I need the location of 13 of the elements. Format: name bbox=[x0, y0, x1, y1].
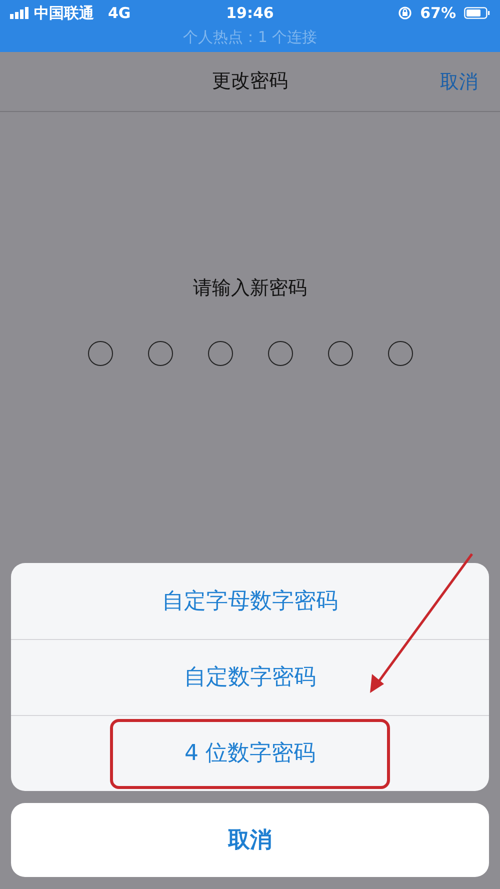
battery-icon bbox=[464, 7, 490, 19]
passcode-option[interactable]: 自定字母数字密码 bbox=[11, 563, 489, 639]
passcode-option[interactable]: 4 位数字密码 bbox=[106, 716, 394, 792]
clock-time: 19:46 bbox=[226, 2, 274, 24]
passcode-prompt: 请输入新密码 bbox=[192, 276, 308, 301]
carrier-name: 中国联通 bbox=[34, 2, 94, 24]
signal-icon bbox=[10, 7, 30, 19]
battery-percent: 67% bbox=[420, 2, 456, 24]
rotation-lock-icon bbox=[398, 6, 412, 20]
network-type: 4G bbox=[108, 2, 131, 24]
cancel-link[interactable]: 取消 bbox=[440, 68, 478, 96]
cancel-button[interactable]: 取消 bbox=[11, 803, 489, 877]
screen-title: 更改密码 bbox=[212, 69, 288, 94]
